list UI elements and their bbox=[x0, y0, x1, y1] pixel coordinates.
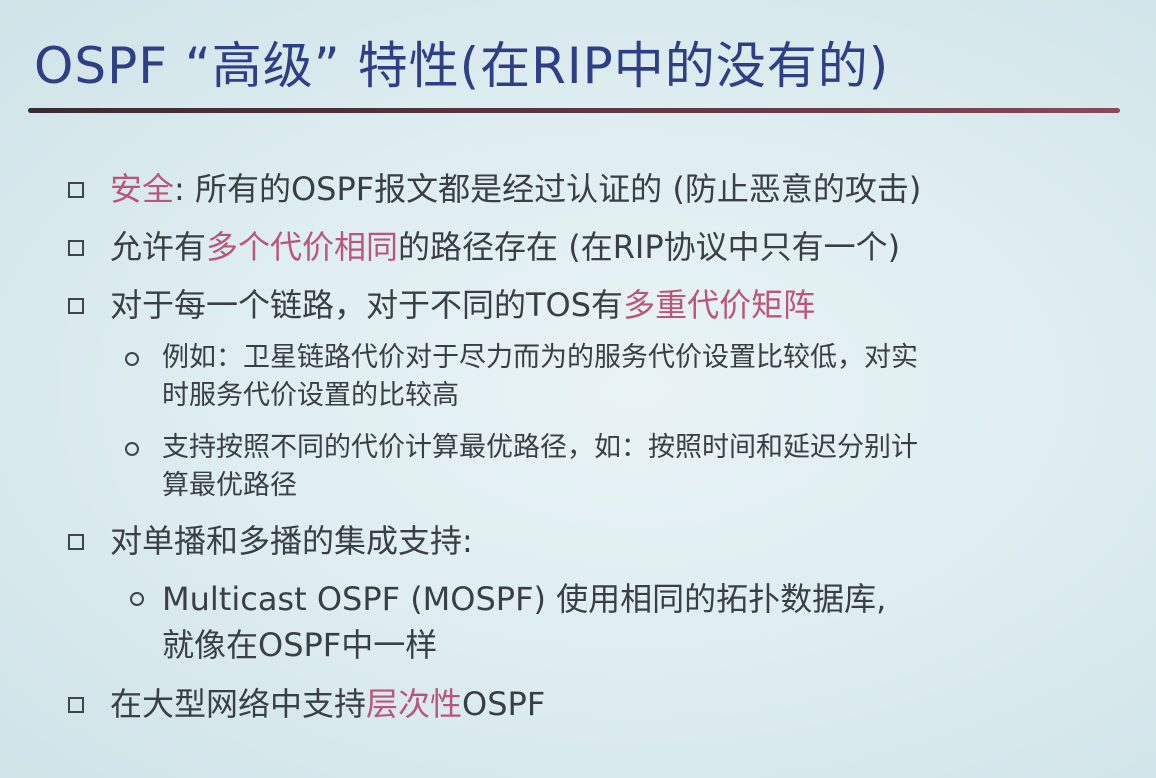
square-bullet-icon bbox=[68, 182, 84, 198]
sub-bullet-text: 算最优路径 bbox=[162, 470, 297, 501]
highlight-text: 多重代价矩阵 bbox=[623, 286, 816, 324]
bullet-text: 对于每一个链路，对于不同的TOS有 bbox=[110, 286, 624, 324]
sub-bullet-text: 例如：卫星链路代价对于尽力而为的服务代价设置比较低，对实 bbox=[162, 342, 918, 373]
circle-bullet-icon bbox=[125, 442, 139, 456]
highlight-text: 多个代价相同 bbox=[206, 228, 399, 266]
title-underline bbox=[28, 108, 1120, 113]
square-bullet-icon bbox=[68, 534, 84, 550]
bullet-text: 在大型网络中支持 bbox=[110, 685, 367, 723]
sub-bullet-text: 支持按照不同的代价计算最优路径，如：按照时间和延迟分别计 bbox=[162, 432, 918, 463]
circle-bullet-icon bbox=[125, 352, 139, 366]
sub-bullet-text: Multicast OSPF (MOSPF) 使用相同的拓扑数据库, bbox=[162, 580, 887, 618]
sub-bullet-text: 就像在OSPF中一样 bbox=[162, 626, 438, 664]
sub-bullet-text: 时服务代价设置的比较高 bbox=[162, 380, 459, 411]
square-bullet-icon bbox=[68, 298, 84, 314]
bullet-text: OSPF bbox=[462, 685, 546, 723]
bullet-unicast-multicast: 对单播和多播的集成支持: bbox=[110, 522, 473, 560]
bullet-tos-cost-matrix: 对于每一个链路，对于不同的TOS有多重代价矩阵 bbox=[110, 285, 815, 325]
square-bullet-icon bbox=[68, 697, 84, 713]
bullet-hierarchical-ospf: 在大型网络中支持层次性OSPF bbox=[110, 684, 545, 724]
square-bullet-icon bbox=[68, 240, 84, 256]
highlight-text: 安全 bbox=[110, 170, 175, 208]
highlight-text: 层次性 bbox=[366, 685, 463, 723]
bullet-text: 允许有 bbox=[110, 228, 207, 266]
circle-bullet-icon bbox=[130, 592, 144, 606]
bullet-text: : 所有的OSPF报文都是经过认证的 (防止恶意的攻击) bbox=[174, 170, 922, 208]
bullet-security: 安全: 所有的OSPF报文都是经过认证的 (防止恶意的攻击) bbox=[110, 169, 921, 209]
bullet-equal-cost-paths: 允许有多个代价相同的路径存在 (在RIP协议中只有一个) bbox=[110, 227, 900, 267]
slide-title: OSPF “高级” 特性(在RIP中的没有的) bbox=[34, 37, 890, 95]
bullet-text: 的路径存在 (在RIP协议中只有一个) bbox=[398, 228, 901, 266]
